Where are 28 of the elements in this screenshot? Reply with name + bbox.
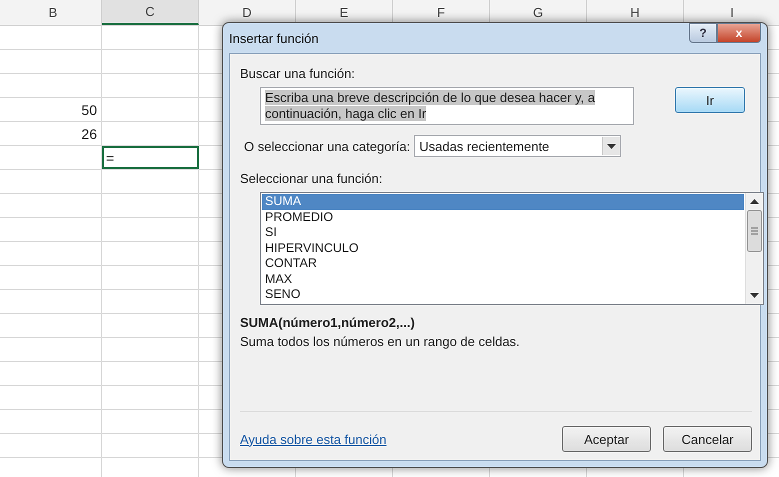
list-item[interactable]: PROMEDIO	[262, 210, 744, 225]
list-item[interactable]: CONTAR	[262, 256, 744, 272]
list-item[interactable]: HIPERVINCULO	[262, 240, 744, 256]
cancel-button[interactable]: Cancelar	[663, 426, 752, 452]
scrollbar-thumb[interactable]	[747, 210, 762, 252]
function-signature: SUMA(número1,número2,...)	[240, 315, 416, 330]
list-item[interactable]: SENO	[262, 287, 744, 302]
functions-label: Seleccionar una función:	[240, 171, 384, 186]
scroll-up-icon[interactable]	[750, 199, 759, 204]
search-field[interactable]: Escriba una breve descripción de lo que desea hacer y, a continuación, haga clic en Ir	[260, 87, 634, 125]
help-link[interactable]: Ayuda sobre esta función	[240, 432, 386, 446]
category-dropdown[interactable]: Usadas recientemente	[414, 135, 622, 157]
dropdown-arrow-icon[interactable]	[607, 144, 616, 148]
list-item[interactable]: SI	[262, 225, 744, 240]
go-button[interactable]: Ir	[675, 87, 745, 113]
list-item[interactable]: MAX	[262, 272, 744, 287]
table-cell: 26	[5, 122, 102, 145]
column-header[interactable]: C	[102, 0, 199, 25]
search-label: Buscar una función:	[240, 66, 356, 81]
window-title: Insertar función	[229, 30, 319, 46]
scroll-down-icon[interactable]	[750, 293, 759, 298]
table-cell: 50	[5, 98, 102, 121]
ok-button[interactable]: Aceptar	[562, 426, 651, 452]
help-button[interactable]: ?	[689, 23, 717, 43]
category-label: O seleccionar una categoría:	[244, 138, 410, 154]
function-description: Suma todos los números en un rango de celdas.	[240, 334, 521, 349]
active-cell: =	[102, 146, 199, 169]
list-item[interactable]: SUMA	[262, 194, 744, 210]
